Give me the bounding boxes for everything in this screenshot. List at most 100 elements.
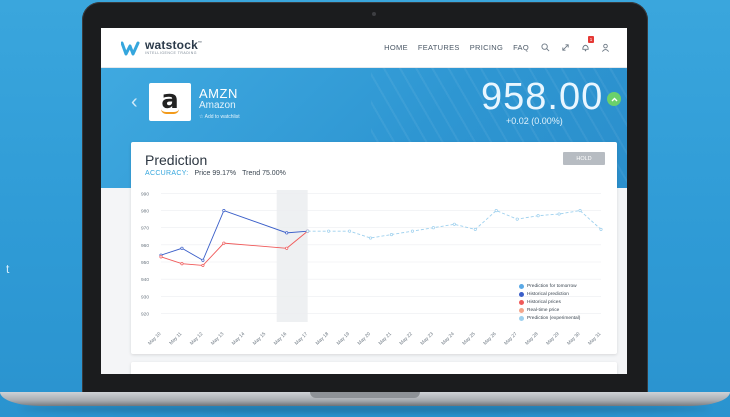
data-point [515, 217, 519, 221]
nav-link-home[interactable]: HOME [384, 43, 408, 52]
hold-button[interactable]: HOLD [563, 152, 605, 165]
background-text: t [6, 262, 10, 276]
highlight-band [276, 190, 308, 322]
y-tick-label: 920 [141, 311, 149, 317]
search-icon[interactable] [539, 42, 551, 54]
add-to-watchlist-link[interactable]: ☆ Add to watchlist [199, 114, 240, 120]
x-tick-label: May 23 [419, 331, 435, 347]
x-tick-label: May 27 [503, 331, 519, 347]
legend-label: Real-time price [527, 307, 560, 313]
app-screen: watstock™ INTELLIGENCE TRADING HOME FEAT… [101, 28, 627, 374]
data-point [306, 229, 310, 233]
data-point [285, 246, 289, 250]
x-tick-label: May 22 [398, 331, 414, 347]
data-point [285, 231, 289, 235]
watchlist-label: Add to watchlist [204, 114, 240, 120]
x-tick-label: May 21 [378, 331, 394, 347]
chevron-left-icon[interactable]: ‹ [131, 91, 138, 114]
x-tick-label: May 25 [461, 331, 477, 347]
legend-swatch [519, 299, 524, 305]
x-tick-label: May 10 [147, 331, 163, 347]
legend-label: Historical prediction [527, 291, 569, 297]
secondary-card [131, 362, 617, 374]
bell-icon[interactable]: 1 [579, 35, 594, 54]
brand-tm: ™ [197, 40, 203, 46]
laptop-notch [310, 392, 420, 398]
x-tick-label: May 12 [189, 331, 205, 347]
brand-tagline: INTELLIGENCE TRADING [145, 51, 197, 56]
y-tick-label: 970 [141, 226, 149, 232]
data-point [180, 262, 184, 266]
x-tick-label: May 11 [168, 331, 183, 346]
x-tick-label: May 13 [210, 331, 226, 347]
legend-item: Historical prediction [519, 290, 580, 298]
legend-swatch [519, 315, 524, 321]
data-point [159, 255, 163, 259]
prediction-chart: 920 930 940 950 960 970 980 990 May 10 May 11 May … [141, 190, 603, 347]
legend-swatch [519, 307, 524, 313]
laptop-shadow [20, 405, 710, 413]
chevron-up-icon [607, 92, 621, 106]
legend-label: Prediction for tomorrow [527, 283, 577, 289]
user-icon[interactable] [599, 42, 611, 54]
prediction-card: Prediction HOLD ACCURACY: Price 99.17% T… [131, 142, 617, 354]
legend-swatch [519, 291, 524, 297]
nav-link-faq[interactable]: FAQ [513, 43, 529, 52]
data-point [578, 209, 582, 213]
price-change: +0.02 (0.00%) [506, 116, 563, 126]
card-title: Prediction [145, 152, 208, 168]
nav-link-pricing[interactable]: PRICING [470, 43, 503, 52]
nav-links: HOME FEATURES PRICING FAQ 1 [384, 35, 627, 54]
data-point [557, 212, 561, 216]
amazon-logo: a [149, 83, 191, 121]
y-tick-label: 990 [141, 191, 149, 197]
data-point [494, 209, 498, 213]
data-point [410, 229, 414, 233]
data-point [431, 226, 435, 230]
y-tick-label: 980 [141, 209, 149, 215]
x-tick-label: May 30 [566, 331, 582, 347]
brand-logo[interactable]: watstock™ INTELLIGENCE TRADING [121, 39, 202, 56]
data-point [222, 209, 226, 213]
x-tick-label: May 26 [482, 331, 498, 347]
legend-label: Historical prices [527, 299, 561, 305]
y-tick-label: 930 [141, 294, 149, 300]
legend-label: Prediction (experimental) [527, 315, 581, 321]
x-tick-label: May 15 [252, 331, 268, 347]
x-tick-label: May 19 [336, 331, 352, 347]
brand-name: watstock [145, 38, 198, 53]
data-point [201, 258, 205, 262]
legend-item: Prediction (experimental) [519, 314, 580, 322]
x-tick-label: May 14 [231, 331, 247, 347]
watstock-logo-icon [121, 41, 140, 55]
nav-link-features[interactable]: FEATURES [418, 43, 460, 52]
data-point [599, 227, 603, 231]
data-point [389, 233, 394, 237]
data-point [327, 229, 331, 233]
legend-item: Historical prices [519, 298, 580, 306]
data-point [222, 241, 226, 245]
x-tick-label: May 28 [524, 331, 540, 347]
x-tick-label: May 20 [357, 331, 373, 347]
y-tick-label: 940 [141, 277, 149, 283]
data-point [180, 246, 184, 250]
x-tick-label: May 31 [587, 331, 603, 347]
price-accuracy: Price 99.17% [194, 170, 237, 177]
legend-item: Real-time price [519, 306, 580, 314]
top-nav: watstock™ INTELLIGENCE TRADING HOME FEAT… [101, 28, 627, 68]
legend-item: Prediction for tomorrow [519, 282, 580, 290]
stock-price: 958.00 [481, 76, 604, 118]
data-point [536, 214, 540, 218]
accuracy-label: ACCURACY: [145, 170, 189, 177]
stock-name: Amazon [199, 100, 236, 111]
chart-legend: Prediction for tomorrow Historical predic… [519, 282, 580, 322]
legend-swatch [519, 283, 524, 289]
laptop-camera [372, 12, 376, 16]
data-point [368, 236, 373, 240]
data-point [201, 263, 205, 267]
stock-symbol: AMZN [199, 86, 238, 101]
data-point [452, 222, 456, 226]
accuracy-row: ACCURACY: Price 99.17% Trend 75.00% [145, 170, 286, 177]
expand-icon[interactable] [559, 42, 571, 54]
star-icon: ☆ [199, 114, 204, 120]
